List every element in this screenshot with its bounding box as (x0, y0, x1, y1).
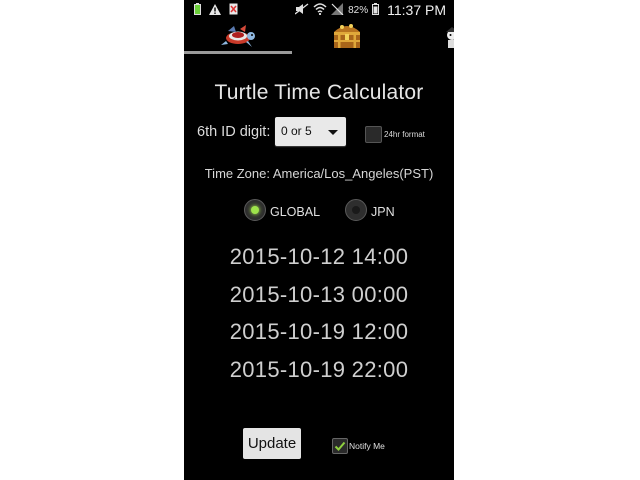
checkmark-icon (334, 441, 346, 451)
treasure-chest-icon (332, 22, 362, 55)
battery-saver-icon (194, 3, 201, 18)
tab-indicator (184, 51, 292, 54)
global-radio[interactable] (244, 199, 266, 221)
status-bar: 82% 11:37 PM (184, 0, 454, 19)
24hr-format-checkbox[interactable] (365, 126, 382, 143)
wifi-icon (313, 2, 327, 18)
notify-me-checkbox[interactable] (332, 438, 348, 454)
mute-icon (294, 2, 309, 18)
radio-unselected-dot (352, 206, 360, 214)
jpn-radio[interactable] (345, 199, 367, 221)
pirate-icon (444, 25, 454, 54)
no-sim-icon (229, 3, 238, 18)
tab-bar (184, 19, 454, 55)
notify-me-label: Notify Me (349, 441, 385, 451)
timezone-label: Time Zone: America/Los_Angeles(PST) (204, 166, 434, 181)
tab-turtle[interactable] (184, 19, 292, 55)
time-result: 2015-10-13 00:00 (229, 282, 409, 307)
id-digit-value: 0 or 5 (281, 124, 312, 138)
signal-icon (331, 2, 344, 18)
jpn-radio-label[interactable]: JPN (371, 205, 395, 219)
time-result: 2015-10-19 12:00 (229, 319, 409, 344)
battery-icon (372, 2, 380, 18)
time-result: 2015-10-12 14:00 (229, 244, 409, 269)
battery-percent: 82% (348, 4, 369, 16)
phone-screen: 82% 11:37 PM Turtle Time Calculator 6th … (184, 0, 454, 480)
radio-selected-dot (251, 206, 259, 214)
id-digit-dropdown[interactable]: 0 or 5 (275, 117, 346, 146)
turtle-icon (220, 23, 260, 54)
time-result: 2015-10-19 22:00 (229, 357, 409, 382)
tab-pirate[interactable] (436, 19, 454, 55)
status-clock: 11:37 PM (387, 2, 446, 18)
warning-icon (209, 3, 221, 18)
page-title: Turtle Time Calculator (214, 81, 424, 104)
global-radio-label[interactable]: GLOBAL (270, 205, 320, 219)
24hr-format-label: 24hr format (384, 130, 425, 139)
dropdown-arrow-icon (328, 130, 338, 135)
tab-treasure[interactable] (316, 19, 376, 55)
id-digit-label: 6th ID digit: (197, 124, 271, 140)
update-button[interactable]: Update (243, 428, 301, 459)
